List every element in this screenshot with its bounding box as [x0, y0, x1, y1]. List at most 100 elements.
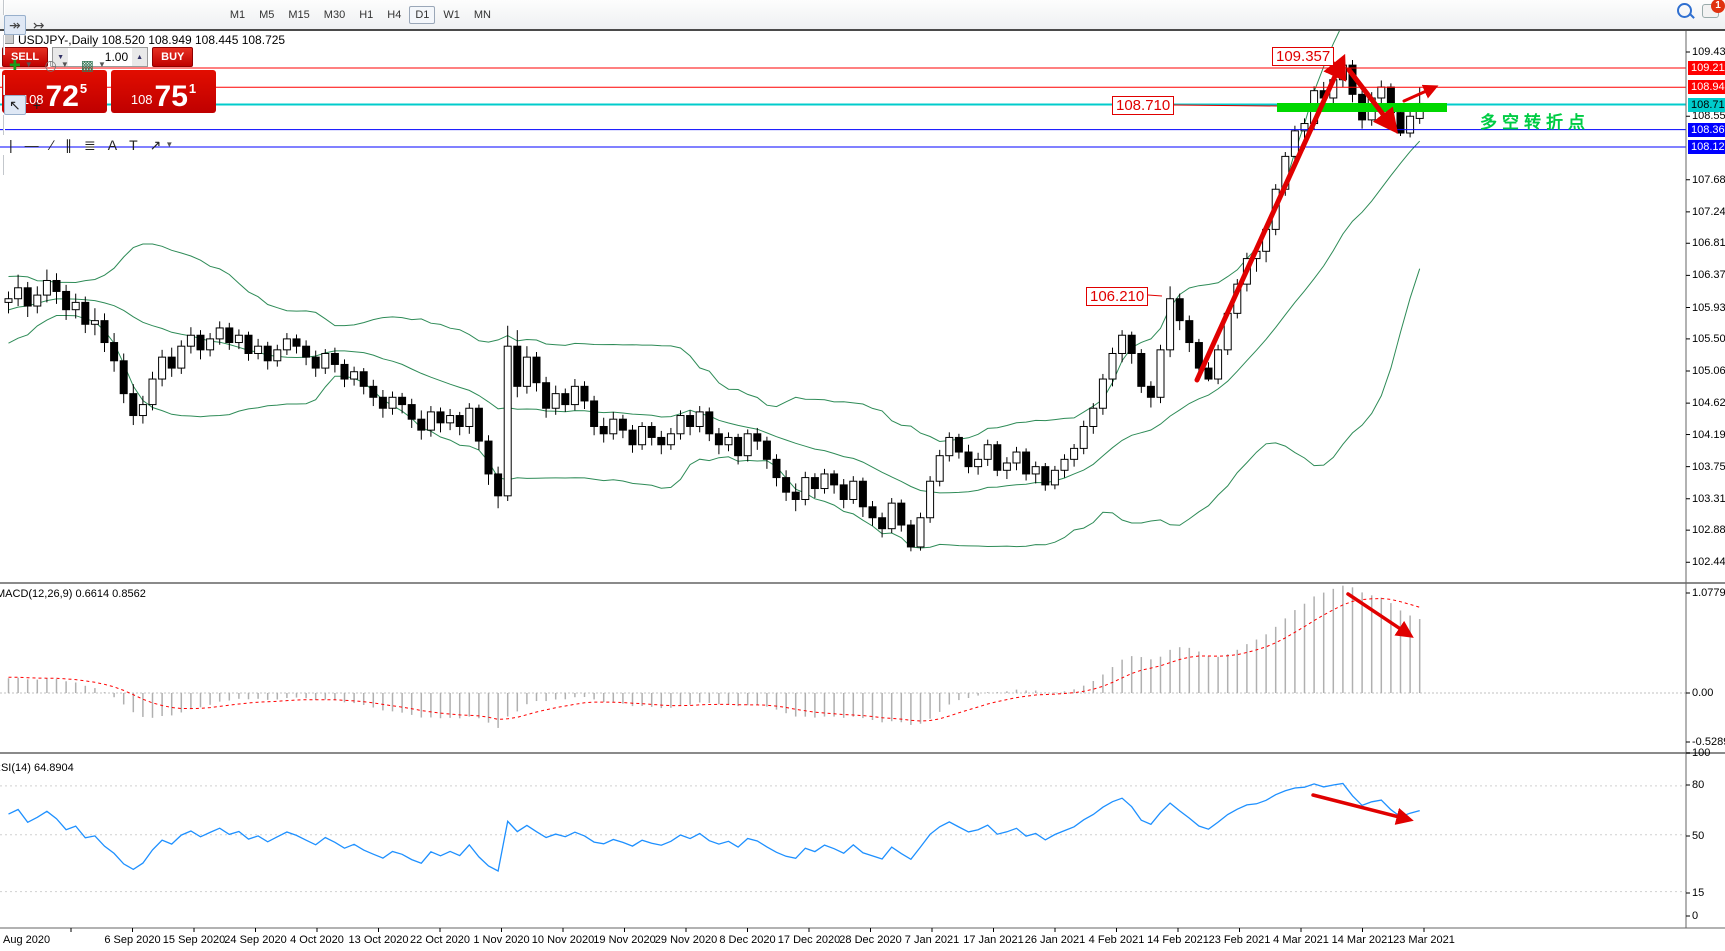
timeframe-m1[interactable]: M1: [224, 6, 251, 24]
trend-arrow[interactable]: [1197, 63, 1341, 380]
toolbar-separator: [3, 75, 5, 95]
candle-body: [149, 379, 156, 405]
candle-body: [600, 426, 607, 433]
candle-body: [1291, 131, 1298, 157]
candle-body: [927, 481, 934, 518]
candle-body: [504, 346, 511, 496]
candle-body: [1109, 353, 1116, 379]
fibonacci-button[interactable]: ≣: [79, 135, 101, 155]
pane-separator[interactable]: [0, 582, 1725, 584]
candle-body: [831, 474, 838, 485]
timeframe-m15[interactable]: M15: [282, 6, 315, 24]
candle-body: [792, 492, 799, 499]
chevron-down-icon: ▼: [25, 61, 33, 69]
date-axis-label: 15 Sep 2020: [163, 934, 225, 946]
price-axis-label: 109.430: [1692, 46, 1725, 58]
cursor-button[interactable]: ↖: [4, 95, 26, 115]
candle-body: [43, 280, 50, 295]
candle-body: [955, 437, 962, 452]
rsi-axis-label: 0: [1692, 910, 1698, 922]
candle-body: [917, 518, 924, 547]
mt4-window: { "toolbar": { "groups": [ {"items":[{"n…: [0, 0, 1725, 951]
candle-body: [1080, 426, 1087, 448]
chart-canvas[interactable]: [0, 0, 1725, 951]
candle-body: [735, 437, 742, 455]
timeframe-h1[interactable]: H1: [353, 6, 379, 24]
templates-button[interactable]: ▩▼: [76, 55, 111, 75]
candle-body: [936, 456, 943, 482]
chevron-down-icon: ▼: [98, 61, 106, 69]
support-highlight-bar[interactable]: [1277, 103, 1447, 112]
vertical-line-button[interactable]: |: [4, 135, 18, 155]
rsi-header: RSI(14) 64.8904: [0, 762, 74, 774]
trendline-button[interactable]: ∕: [46, 135, 58, 155]
candle-body: [658, 437, 665, 444]
timeframe-m30[interactable]: M30: [318, 6, 351, 24]
trend-arrow[interactable]: [1348, 594, 1408, 634]
horizontal-line-button[interactable]: —: [20, 135, 44, 155]
search-icon[interactable]: [1677, 3, 1692, 18]
candle-body: [898, 503, 905, 525]
arrows-button[interactable]: ↗▼: [145, 135, 179, 155]
candle-body: [571, 386, 578, 404]
candle-body: [1378, 87, 1385, 98]
candle-body: [1090, 408, 1097, 426]
price-label-109357[interactable]: 109.357: [1272, 47, 1334, 66]
candle-body: [975, 459, 982, 466]
timeframe-d1[interactable]: D1: [409, 6, 435, 24]
candle-body: [1071, 448, 1078, 459]
indicators-button[interactable]: ✚▼: [4, 55, 38, 75]
chinese-annotation[interactable]: 多空转折点: [1480, 108, 1590, 133]
candle-body: [1215, 350, 1222, 379]
channel-icon: ∥: [65, 138, 72, 152]
candle-body: [101, 321, 108, 343]
candle-body: [293, 339, 300, 346]
cursor-icon: ↖: [9, 98, 21, 112]
price-label-106210[interactable]: 106.210: [1086, 287, 1148, 306]
trend-arrow[interactable]: [1313, 795, 1407, 819]
timeframe-w1[interactable]: W1: [437, 6, 466, 24]
macd-header: MACD(12,26,9) 0.6614 0.8562: [0, 588, 146, 600]
macd-axis-label: 0.00: [1692, 687, 1713, 699]
toolbar-buttons: ◷▤✚新订单◆▥◉▶自动交易‖▮≈⊕⊖▦↠↣✚▼◷▼▩▼↖+|—∕∥≣AT↗▼: [0, 0, 223, 175]
text-button[interactable]: A: [103, 135, 122, 155]
pane-separator[interactable]: [0, 752, 1725, 754]
date-axis-label: Aug 2020: [3, 934, 50, 946]
candle-body: [1138, 353, 1145, 386]
price-axis-label: 106.810: [1692, 237, 1725, 249]
label-button[interactable]: T: [124, 135, 143, 155]
candle-body: [946, 437, 953, 455]
timeframe-mn[interactable]: MN: [468, 6, 497, 24]
crosshair-button[interactable]: +: [28, 95, 46, 115]
date-axis-label: 13 Oct 2020: [349, 934, 409, 946]
toolbar-separator: [3, 115, 5, 135]
candle-body: [1128, 335, 1135, 353]
channel-button[interactable]: ∥: [60, 135, 77, 155]
candle-body: [869, 507, 876, 518]
candle-body: [811, 478, 818, 489]
auto-scroll-button[interactable]: ↠: [4, 15, 26, 35]
notification-badge[interactable]: 1: [1711, 0, 1725, 13]
candle-body: [1003, 463, 1010, 470]
timeframe-m5[interactable]: M5: [253, 6, 280, 24]
toolbar-group: ↖+: [0, 95, 223, 115]
candle-body: [187, 335, 194, 346]
candle-body: [677, 416, 684, 434]
text-icon: A: [108, 138, 117, 152]
candle-body: [581, 386, 588, 401]
price-label-108710[interactable]: 108.710: [1112, 96, 1174, 115]
candle-body: [648, 426, 655, 437]
candle-body: [888, 503, 895, 529]
chat-icon[interactable]: 1: [1702, 4, 1719, 18]
price-axis-label: 103.310: [1692, 493, 1725, 505]
periods-button[interactable]: ◷▼: [40, 55, 74, 75]
candle-body: [159, 357, 166, 379]
auto-scroll-icon: ↠: [9, 18, 21, 32]
trend-arrow[interactable]: [1404, 88, 1433, 101]
chart-shift-button[interactable]: ↣: [28, 15, 50, 35]
candle-body: [629, 430, 636, 445]
candle-body: [610, 419, 617, 434]
timeframe-h4[interactable]: H4: [381, 6, 407, 24]
label-connector: [1148, 295, 1162, 296]
arrows-icon: ↗: [150, 138, 162, 152]
